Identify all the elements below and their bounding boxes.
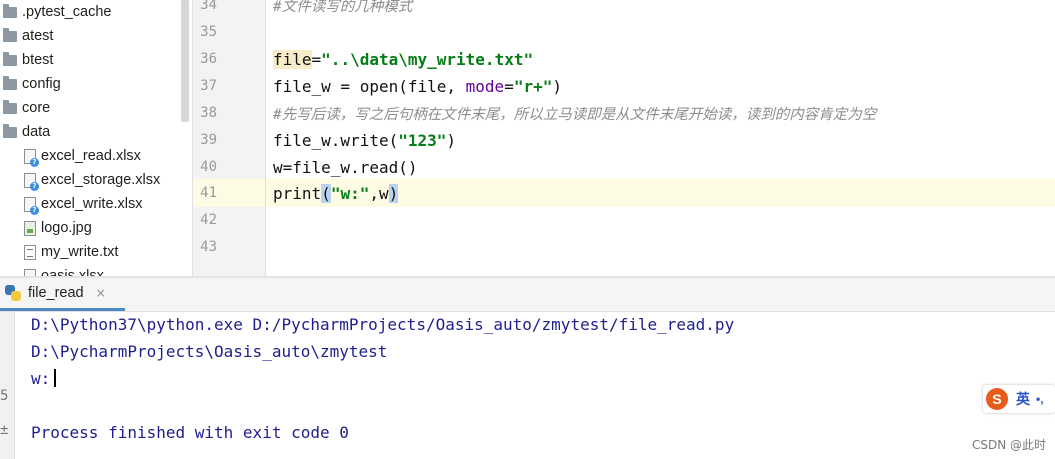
- close-icon[interactable]: ×: [96, 286, 106, 300]
- folder-icon: [3, 27, 17, 42]
- image-file-icon: [24, 220, 36, 236]
- code-line-38: #先写后读，写之后句柄在文件末尾，所以立马读即是从文件末尾开始读，读到的内容肯定…: [273, 100, 876, 127]
- console-line: w:: [31, 369, 57, 388]
- line-number: 34: [200, 0, 217, 13]
- console-toolbar-glyph[interactable]: ±: [0, 422, 8, 438]
- code-string: "r+": [513, 77, 553, 96]
- folder-icon: [3, 3, 17, 18]
- code-variable: file: [273, 50, 312, 69]
- matched-brace: ): [388, 184, 399, 203]
- unknown-file-icon: ?: [24, 172, 39, 191]
- watermark: CSDN @此时: [972, 438, 1047, 452]
- code-text: ,w: [369, 184, 389, 203]
- code-line-39: file_w.write("123"): [273, 127, 456, 154]
- tree-item-excel-write[interactable]: ? excel_write.xlsx: [24, 192, 143, 216]
- tree-item-label: .pytest_cache: [22, 4, 112, 20]
- code-text: file_w.write(: [273, 131, 399, 150]
- code-line-40: w=file_w.read(): [273, 154, 418, 181]
- console-toolbar: 5 ±: [0, 312, 15, 459]
- run-tab-file-read[interactable]: file_read ×: [0, 278, 125, 311]
- matched-brace: (: [321, 184, 331, 203]
- ime-toolbar[interactable]: S 英 •,: [983, 385, 1055, 413]
- tree-item-label: atest: [22, 28, 54, 44]
- code-comment: #先写后读，写之后句柄在文件末尾，所以立马读即是从文件末尾开始读，读到的内容肯定…: [273, 107, 877, 123]
- tree-item-atest[interactable]: atest: [3, 24, 53, 48]
- tree-item-excel-read[interactable]: ? excel_read.xlsx: [24, 144, 141, 168]
- code-text: ): [552, 77, 562, 96]
- tree-item-label: data: [22, 124, 51, 140]
- gutter-divider: [265, 0, 266, 277]
- ime-punctuation-toggle[interactable]: •,: [1036, 392, 1044, 406]
- line-number: 35: [200, 24, 217, 40]
- tree-item-config[interactable]: config: [3, 72, 61, 96]
- tree-item-btest[interactable]: btest: [3, 48, 53, 72]
- ime-language-toggle[interactable]: 英: [1016, 389, 1030, 409]
- tree-item-label: excel_write.xlsx: [41, 196, 143, 212]
- tree-item-label: core: [22, 100, 51, 116]
- console-toolbar-glyph[interactable]: 5: [0, 388, 8, 404]
- tree-item-core[interactable]: core: [3, 96, 50, 120]
- tree-item-label: btest: [22, 52, 54, 68]
- line-number: 37: [200, 78, 217, 94]
- line-number: 38: [200, 105, 217, 121]
- run-tab-bar: file_read ×: [0, 278, 1055, 312]
- text-file-icon: [24, 244, 36, 260]
- tree-item-logo[interactable]: logo.jpg: [24, 216, 92, 240]
- console-line: D:\Python37\python.exe D:/PycharmProject…: [31, 315, 735, 334]
- code-comment: #文件读写的几种模式: [273, 0, 413, 15]
- console-line: Process finished with exit code 0: [31, 423, 349, 442]
- console-line-text: w:: [31, 369, 51, 388]
- code-line-41: print("w:",w): [273, 180, 399, 207]
- code-string: "123": [398, 131, 447, 150]
- console-line: D:\PycharmProjects\Oasis_auto\zmytest: [31, 342, 388, 361]
- code-text: w=file_w.read(): [273, 158, 418, 177]
- tree-item-my-write[interactable]: my_write.txt: [24, 240, 118, 264]
- code-string: "w:": [330, 184, 370, 203]
- python-icon: [4, 284, 22, 302]
- tree-item-excel-storage[interactable]: ? excel_storage.xlsx: [24, 168, 160, 192]
- folder-icon: [3, 99, 17, 114]
- folder-icon: [3, 123, 17, 138]
- tree-item-label: excel_read.xlsx: [41, 148, 141, 164]
- tree-item-label: my_write.txt: [41, 244, 119, 260]
- text-cursor: [54, 369, 57, 387]
- unknown-file-icon: ?: [24, 196, 39, 215]
- line-number: 43: [200, 239, 217, 255]
- folder-icon: [3, 51, 17, 66]
- line-number: 41: [200, 185, 217, 201]
- code-line-34: #文件读写的几种模式: [273, 0, 412, 19]
- project-tree: .pytest_cache atest btest config core da…: [0, 0, 193, 277]
- run-tab-label: file_read: [28, 285, 84, 301]
- tree-item-label: excel_storage.xlsx: [41, 172, 161, 188]
- code-line-36: file="..\data\my_write.txt": [273, 46, 533, 73]
- line-number: 42: [200, 212, 217, 228]
- code-string: "..\data\my_write.txt": [321, 50, 534, 69]
- tree-scrollbar[interactable]: [181, 0, 189, 122]
- line-number: 36: [200, 51, 217, 67]
- unknown-file-icon: ?: [24, 148, 39, 167]
- tree-item-pytest-cache[interactable]: .pytest_cache: [3, 0, 111, 24]
- code-line-37: file_w = open(file, mode="r+"): [273, 73, 562, 100]
- line-number: 40: [200, 159, 217, 175]
- tree-item-data[interactable]: data: [3, 120, 50, 144]
- code-text: print: [273, 184, 322, 203]
- code-text: file_w = open(file,: [273, 77, 466, 96]
- code-keyword-arg: mode: [465, 77, 505, 96]
- sogou-logo-icon: S: [986, 388, 1008, 410]
- tree-item-label: config: [22, 76, 61, 92]
- folder-icon: [3, 75, 17, 90]
- code-operator: =: [311, 50, 322, 69]
- tree-item-label: logo.jpg: [41, 220, 92, 236]
- code-operator: =: [504, 77, 514, 96]
- line-number: 39: [200, 132, 217, 148]
- code-text: ): [446, 131, 457, 150]
